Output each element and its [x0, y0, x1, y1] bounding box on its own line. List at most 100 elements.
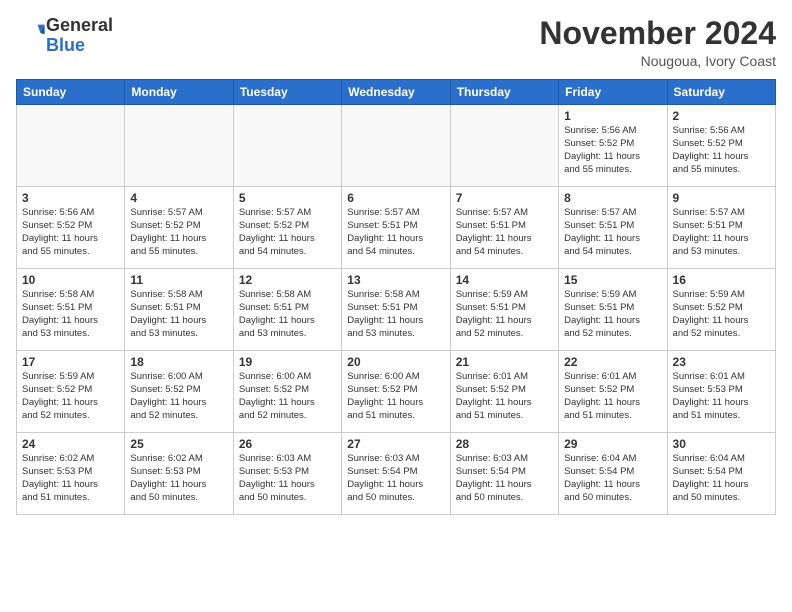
calendar-day-cell: 4 Sunrise: 5:57 AM Sunset: 5:52 PM Daylig…: [125, 187, 233, 269]
day-number: 16: [673, 273, 770, 287]
day-info: Sunrise: 5:58 AM Sunset: 5:51 PM Dayligh…: [22, 289, 119, 340]
calendar-day-cell: 14 Sunrise: 5:59 AM Sunset: 5:51 PM Dayli…: [450, 269, 558, 351]
logo-blue-text: Blue: [46, 36, 113, 56]
day-info: Sunrise: 5:57 AM Sunset: 5:52 PM Dayligh…: [239, 207, 336, 258]
calendar-day-cell: 3 Sunrise: 5:56 AM Sunset: 5:52 PM Daylig…: [17, 187, 125, 269]
calendar-day-cell: [450, 105, 558, 187]
calendar-day-cell: [233, 105, 341, 187]
day-info: Sunrise: 6:02 AM Sunset: 5:53 PM Dayligh…: [130, 453, 227, 504]
day-number: 21: [456, 355, 553, 369]
month-title: November 2024: [539, 16, 776, 51]
calendar-day-cell: 12 Sunrise: 5:58 AM Sunset: 5:51 PM Dayli…: [233, 269, 341, 351]
logo-icon: [18, 19, 46, 47]
calendar-day-cell: 2 Sunrise: 5:56 AM Sunset: 5:52 PM Daylig…: [667, 105, 775, 187]
day-number: 26: [239, 437, 336, 451]
day-number: 2: [673, 109, 770, 123]
day-info: Sunrise: 5:59 AM Sunset: 5:51 PM Dayligh…: [456, 289, 553, 340]
day-number: 13: [347, 273, 444, 287]
day-info: Sunrise: 5:57 AM Sunset: 5:51 PM Dayligh…: [673, 207, 770, 258]
day-info: Sunrise: 5:58 AM Sunset: 5:51 PM Dayligh…: [130, 289, 227, 340]
location-title: Nougoua, Ivory Coast: [539, 53, 776, 69]
day-number: 19: [239, 355, 336, 369]
title-block: November 2024 Nougoua, Ivory Coast: [539, 16, 776, 69]
day-info: Sunrise: 5:56 AM Sunset: 5:52 PM Dayligh…: [564, 125, 661, 176]
calendar-week-row: 17 Sunrise: 5:59 AM Sunset: 5:52 PM Dayli…: [17, 351, 776, 433]
weekday-header: Tuesday: [233, 80, 341, 105]
day-number: 12: [239, 273, 336, 287]
page: General Blue November 2024 Nougoua, Ivor…: [0, 0, 792, 525]
day-number: 28: [456, 437, 553, 451]
day-number: 15: [564, 273, 661, 287]
day-number: 29: [564, 437, 661, 451]
calendar-day-cell: 28 Sunrise: 6:03 AM Sunset: 5:54 PM Dayli…: [450, 433, 558, 515]
calendar-day-cell: 21 Sunrise: 6:01 AM Sunset: 5:52 PM Dayli…: [450, 351, 558, 433]
day-info: Sunrise: 5:57 AM Sunset: 5:51 PM Dayligh…: [564, 207, 661, 258]
weekday-header: Friday: [559, 80, 667, 105]
day-number: 14: [456, 273, 553, 287]
calendar-day-cell: 25 Sunrise: 6:02 AM Sunset: 5:53 PM Dayli…: [125, 433, 233, 515]
calendar-day-cell: 20Sunrise: 6:00 AM Sunset: 5:52 PM Dayli…: [342, 351, 450, 433]
calendar-day-cell: 5Sunrise: 5:57 AM Sunset: 5:52 PM Daylig…: [233, 187, 341, 269]
day-info: Sunrise: 6:03 AM Sunset: 5:54 PM Dayligh…: [347, 453, 444, 504]
calendar-table: SundayMondayTuesdayWednesdayThursdayFrid…: [16, 79, 776, 515]
day-info: Sunrise: 6:04 AM Sunset: 5:54 PM Dayligh…: [564, 453, 661, 504]
day-info: Sunrise: 5:56 AM Sunset: 5:52 PM Dayligh…: [22, 207, 119, 258]
logo: General Blue: [16, 16, 113, 56]
weekday-header: Wednesday: [342, 80, 450, 105]
calendar-day-cell: 6 Sunrise: 5:57 AM Sunset: 5:51 PM Daylig…: [342, 187, 450, 269]
day-info: Sunrise: 5:57 AM Sunset: 5:52 PM Dayligh…: [130, 207, 227, 258]
day-info: Sunrise: 5:59 AM Sunset: 5:52 PM Dayligh…: [22, 371, 119, 422]
day-info: Sunrise: 6:03 AM Sunset: 5:53 PM Dayligh…: [239, 453, 336, 504]
day-number: 9: [673, 191, 770, 205]
calendar-day-cell: 16 Sunrise: 5:59 AM Sunset: 5:52 PM Dayli…: [667, 269, 775, 351]
logo-general-text: General: [46, 16, 113, 36]
day-info: Sunrise: 5:57 AM Sunset: 5:51 PM Dayligh…: [347, 207, 444, 258]
day-number: 25: [130, 437, 227, 451]
day-number: 24: [22, 437, 119, 451]
day-number: 10: [22, 273, 119, 287]
calendar-day-cell: 18 Sunrise: 6:00 AM Sunset: 5:52 PM Dayli…: [125, 351, 233, 433]
day-info: Sunrise: 6:04 AM Sunset: 5:54 PM Dayligh…: [673, 453, 770, 504]
calendar-week-row: 3 Sunrise: 5:56 AM Sunset: 5:52 PM Daylig…: [17, 187, 776, 269]
calendar-day-cell: 22Sunrise: 6:01 AM Sunset: 5:52 PM Dayli…: [559, 351, 667, 433]
calendar-day-cell: 1Sunrise: 5:56 AM Sunset: 5:52 PM Daylig…: [559, 105, 667, 187]
weekday-header: Sunday: [17, 80, 125, 105]
day-info: Sunrise: 6:03 AM Sunset: 5:54 PM Dayligh…: [456, 453, 553, 504]
calendar-day-cell: [17, 105, 125, 187]
calendar-day-cell: 19 Sunrise: 6:00 AM Sunset: 5:52 PM Dayli…: [233, 351, 341, 433]
day-number: 27: [347, 437, 444, 451]
calendar-header-row: SundayMondayTuesdayWednesdayThursdayFrid…: [17, 80, 776, 105]
day-info: Sunrise: 5:57 AM Sunset: 5:51 PM Dayligh…: [456, 207, 553, 258]
day-info: Sunrise: 5:58 AM Sunset: 5:51 PM Dayligh…: [347, 289, 444, 340]
calendar-day-cell: 30 Sunrise: 6:04 AM Sunset: 5:54 PM Dayli…: [667, 433, 775, 515]
header: General Blue November 2024 Nougoua, Ivor…: [16, 16, 776, 69]
calendar-day-cell: [342, 105, 450, 187]
calendar-day-cell: 10 Sunrise: 5:58 AM Sunset: 5:51 PM Dayli…: [17, 269, 125, 351]
calendar-day-cell: 17 Sunrise: 5:59 AM Sunset: 5:52 PM Dayli…: [17, 351, 125, 433]
weekday-header: Monday: [125, 80, 233, 105]
weekday-header: Saturday: [667, 80, 775, 105]
day-number: 18: [130, 355, 227, 369]
day-number: 23: [673, 355, 770, 369]
day-info: Sunrise: 6:02 AM Sunset: 5:53 PM Dayligh…: [22, 453, 119, 504]
calendar-day-cell: 7 Sunrise: 5:57 AM Sunset: 5:51 PM Daylig…: [450, 187, 558, 269]
calendar-week-row: 1Sunrise: 5:56 AM Sunset: 5:52 PM Daylig…: [17, 105, 776, 187]
calendar-day-cell: 11 Sunrise: 5:58 AM Sunset: 5:51 PM Dayli…: [125, 269, 233, 351]
day-info: Sunrise: 6:01 AM Sunset: 5:52 PM Dayligh…: [564, 371, 661, 422]
calendar-day-cell: 9 Sunrise: 5:57 AM Sunset: 5:51 PM Daylig…: [667, 187, 775, 269]
day-number: 4: [130, 191, 227, 205]
day-number: 3: [22, 191, 119, 205]
day-info: Sunrise: 5:58 AM Sunset: 5:51 PM Dayligh…: [239, 289, 336, 340]
calendar-day-cell: 23 Sunrise: 6:01 AM Sunset: 5:53 PM Dayli…: [667, 351, 775, 433]
day-info: Sunrise: 6:01 AM Sunset: 5:53 PM Dayligh…: [673, 371, 770, 422]
day-number: 30: [673, 437, 770, 451]
day-info: Sunrise: 6:00 AM Sunset: 5:52 PM Dayligh…: [239, 371, 336, 422]
day-info: Sunrise: 6:00 AM Sunset: 5:52 PM Dayligh…: [130, 371, 227, 422]
day-info: Sunrise: 5:56 AM Sunset: 5:52 PM Dayligh…: [673, 125, 770, 176]
day-number: 6: [347, 191, 444, 205]
day-info: Sunrise: 6:01 AM Sunset: 5:52 PM Dayligh…: [456, 371, 553, 422]
day-number: 11: [130, 273, 227, 287]
day-number: 17: [22, 355, 119, 369]
day-number: 7: [456, 191, 553, 205]
day-info: Sunrise: 5:59 AM Sunset: 5:52 PM Dayligh…: [673, 289, 770, 340]
